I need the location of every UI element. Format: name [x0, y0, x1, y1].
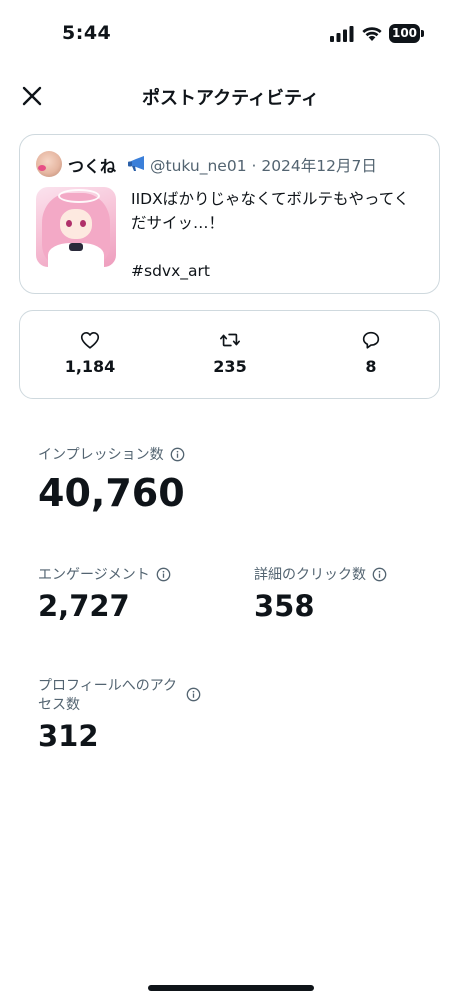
likes-stat[interactable]: 1,184 — [40, 329, 140, 376]
engagements-label: エンゲージメント — [38, 567, 150, 583]
impressions-metric: インプレッション数 40,760 — [38, 446, 185, 515]
status-time: 5:44 — [62, 22, 112, 44]
profile-visits-metric: プロフィールへのアク セス数 312 — [38, 677, 201, 753]
post-hashtag[interactable]: #sdvx_art — [131, 259, 431, 283]
replies-stat[interactable]: 8 — [321, 329, 421, 376]
reply-icon — [362, 331, 380, 349]
battery-icon: 100 — [389, 24, 425, 43]
info-icon[interactable] — [372, 567, 387, 582]
engagements-value: 2,727 — [38, 589, 130, 623]
likes-count: 1,184 — [64, 357, 116, 376]
wifi-icon — [362, 27, 382, 41]
post-text-line-2: だサイッ…！ — [131, 214, 225, 232]
page-title: ポストアクティビティ — [142, 88, 319, 109]
info-icon[interactable] — [186, 687, 201, 702]
impressions-label: インプレッション数 — [38, 447, 164, 463]
handle-and-date: @tuku_ne01 · 2024年12月7日 — [150, 157, 377, 175]
post-header: つくね @tuku_ne01 · 2024年12月7日 — [36, 151, 431, 177]
impressions-value: 40,760 — [38, 471, 185, 515]
info-icon[interactable] — [156, 567, 171, 582]
engagements-metric: エンゲージメント 2,727 — [38, 566, 171, 623]
post-preview-card[interactable]: つくね @tuku_ne01 · 2024年12月7日 IIDXばかりじゃなくて… — [19, 134, 440, 294]
info-icon[interactable] — [170, 447, 185, 462]
post-activity-screen: 5:44 100 ポストアクティビティ つくね @tuku_ne01 · 202… — [0, 0, 461, 1000]
heart-icon — [80, 332, 100, 349]
post-image-thumbnail[interactable] — [36, 187, 116, 267]
profile-visits-label-line-2: セス数 — [38, 697, 80, 713]
reposts-count: 235 — [213, 357, 247, 376]
engagement-summary: 1,184 235 8 — [19, 310, 440, 399]
detail-clicks-metric: 詳細のクリック数 358 — [254, 566, 387, 623]
reposts-stat[interactable]: 235 — [180, 329, 280, 376]
signal-icon — [330, 26, 354, 42]
status-bar: 5:44 100 — [0, 0, 461, 60]
profile-visits-value: 312 — [38, 719, 99, 753]
replies-count: 8 — [365, 357, 377, 376]
detail-clicks-label: 詳細のクリック数 — [254, 567, 366, 583]
megaphone-icon — [128, 156, 144, 171]
header: ポストアクティビティ — [0, 70, 461, 120]
profile-visits-label-line-1: プロフィールへのアク — [38, 678, 178, 694]
battery-level: 100 — [391, 26, 418, 40]
detail-clicks-value: 358 — [254, 589, 315, 623]
repost-icon — [220, 333, 240, 347]
post-text-line-1: IIDXばかりじゃなくてボルテもやってく — [131, 190, 410, 208]
author-name[interactable]: つくね — [68, 153, 116, 177]
post-text: IIDXばかりじゃなくてボルテもやってく だサイッ…！ #sdvx_art — [131, 187, 431, 283]
avatar[interactable] — [36, 151, 62, 177]
home-indicator[interactable] — [148, 985, 314, 991]
